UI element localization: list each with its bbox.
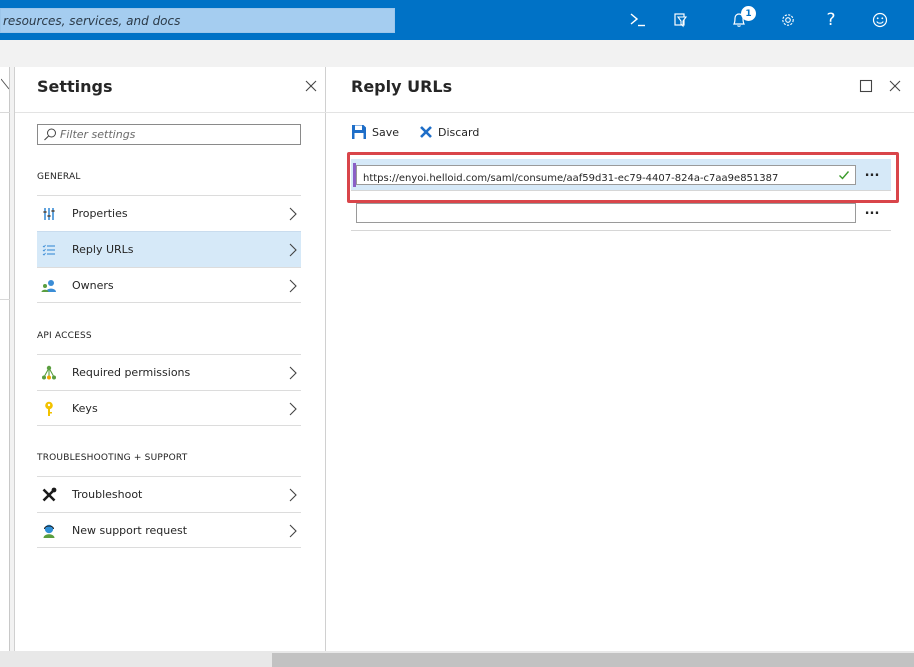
reply-url-field[interactable] — [356, 203, 856, 226]
settings-item-label: New support request — [72, 524, 188, 537]
active-row-indicator — [353, 163, 356, 187]
close-icon[interactable] — [887, 78, 903, 94]
cloud-shell-icon[interactable] — [618, 0, 658, 40]
chevron-right-icon — [289, 488, 297, 502]
settings-item-troubleshoot[interactable]: Troubleshoot — [37, 476, 301, 512]
valid-check-icon — [839, 171, 850, 180]
save-button[interactable]: Save — [351, 122, 399, 142]
search-icon — [44, 128, 56, 141]
maximize-icon[interactable] — [858, 78, 874, 94]
settings-blade: Settings GENERAL Properties Reply URLs O… — [14, 67, 326, 651]
chevron-right-icon — [289, 243, 297, 257]
previous-blade-edge — [0, 67, 10, 651]
global-search[interactable] — [0, 8, 395, 33]
notification-badge: 1 — [741, 6, 756, 21]
settings-item-reply-urls[interactable]: Reply URLs — [37, 231, 301, 267]
support-request-icon — [41, 523, 57, 539]
reply-urls-blade: Reply URLs Save Discard ... ... — [326, 67, 914, 651]
chevron-right-icon — [289, 366, 297, 380]
reply-url-field[interactable] — [356, 165, 856, 188]
section-header-api-access: API ACCESS — [37, 331, 92, 341]
settings-item-label: Troubleshoot — [72, 488, 143, 501]
reply-url-row: ... — [351, 159, 891, 191]
horizontal-scrollbar-thumb[interactable] — [272, 653, 914, 667]
chevron-right-icon — [289, 279, 297, 293]
section-header-general: GENERAL — [37, 172, 81, 182]
more-options-button[interactable]: ... — [862, 165, 882, 185]
discard-button[interactable]: Discard — [419, 122, 479, 142]
reply-urls-icon — [41, 242, 57, 258]
settings-title: Settings — [37, 77, 113, 96]
discard-icon — [420, 126, 432, 138]
global-search-input[interactable] — [1, 9, 394, 32]
chevron-right-icon — [289, 207, 297, 221]
directory-filter-icon[interactable] — [661, 0, 701, 40]
filter-settings-box[interactable] — [37, 124, 301, 145]
settings-item-label: Required permissions — [72, 366, 191, 379]
settings-item-label: Owners — [72, 279, 114, 292]
notifications-icon[interactable]: 1 — [719, 0, 759, 40]
troubleshoot-icon — [41, 487, 57, 503]
settings-icon[interactable] — [768, 0, 808, 40]
properties-icon — [41, 206, 57, 222]
save-label: Save — [372, 125, 400, 139]
owners-icon — [41, 278, 57, 294]
help-glyph: ? — [826, 10, 836, 30]
reply-url-row: ... — [351, 198, 891, 231]
settings-item-owners[interactable]: Owners — [37, 267, 301, 303]
feedback-icon[interactable] — [860, 0, 900, 40]
key-icon — [41, 401, 57, 417]
reply-url-input[interactable] — [357, 169, 827, 188]
blade-close-icon[interactable] — [1, 78, 9, 90]
settings-item-properties[interactable]: Properties — [37, 195, 301, 231]
discard-label: Discard — [438, 125, 480, 139]
chevron-right-icon — [289, 524, 297, 538]
top-navigation-bar: 1 ? — [0, 0, 914, 40]
settings-item-keys[interactable]: Keys — [37, 390, 301, 426]
reply-url-input[interactable] — [357, 207, 827, 226]
settings-item-label: Keys — [72, 402, 98, 415]
settings-item-new-support-request[interactable]: New support request — [37, 512, 301, 548]
reply-urls-title: Reply URLs — [351, 77, 453, 96]
permissions-icon — [41, 365, 57, 381]
close-icon[interactable] — [303, 78, 319, 94]
filter-settings-input[interactable] — [60, 125, 296, 144]
settings-item-label: Reply URLs — [72, 243, 134, 256]
help-icon[interactable]: ? — [811, 0, 851, 40]
section-header-troubleshooting: TROUBLESHOOTING + SUPPORT — [37, 453, 188, 463]
chevron-right-icon — [289, 402, 297, 416]
settings-item-required-permissions[interactable]: Required permissions — [37, 354, 301, 390]
more-options-button[interactable]: ... — [862, 203, 882, 223]
save-icon — [352, 125, 366, 139]
settings-item-label: Properties — [72, 207, 128, 220]
